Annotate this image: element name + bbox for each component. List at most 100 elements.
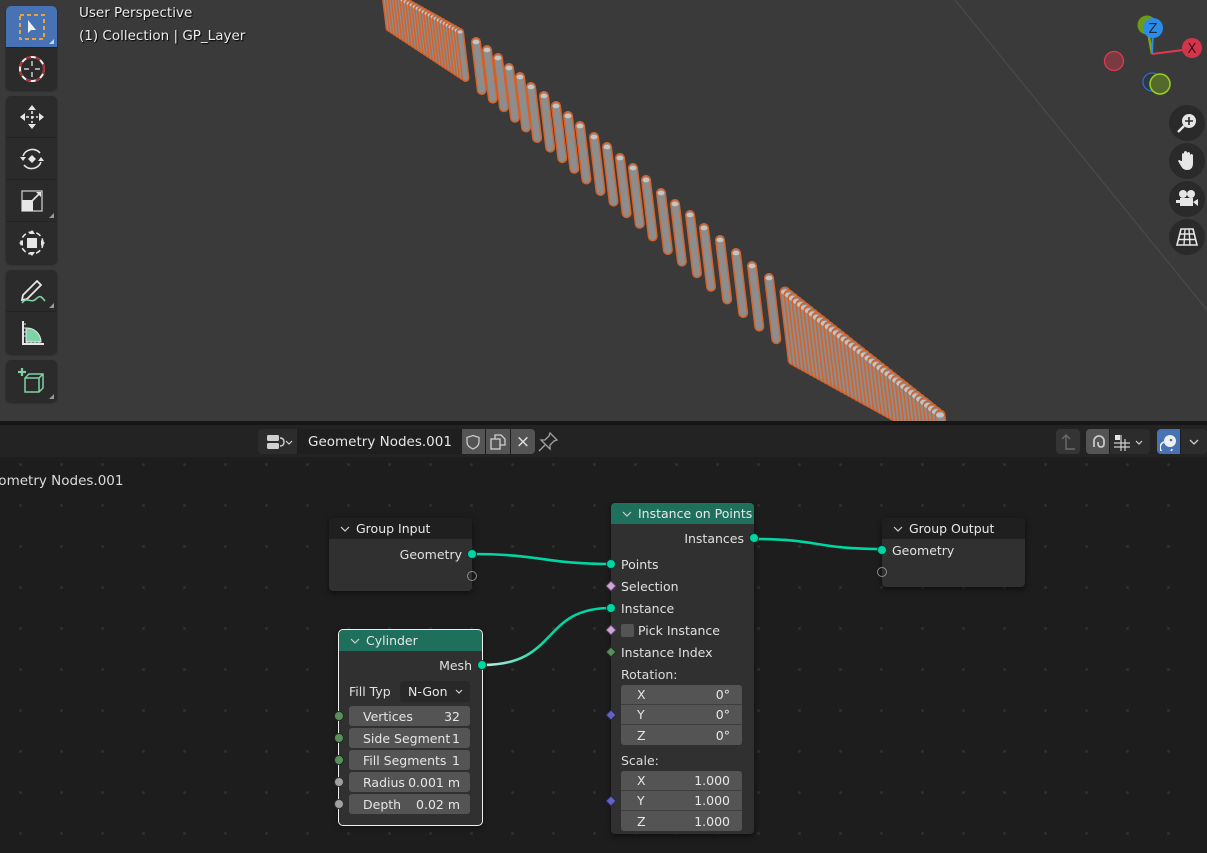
instances-output-socket[interactable] [749,533,759,543]
chevron-down-icon[interactable] [349,636,361,646]
tool-annotate[interactable] [6,270,57,312]
field-value: 1 [452,752,460,768]
fill-type-dropdown[interactable]: N-Gon [400,680,470,702]
pin-icon [538,431,559,452]
overlays-dropdown[interactable] [1181,429,1207,454]
radius-input-socket[interactable] [334,777,344,787]
scale-z-field[interactable]: Z 1.000 [621,811,742,831]
duplicate-icon [490,433,506,450]
chevron-down-icon[interactable] [621,509,633,519]
fill-segments-field[interactable]: Fill Segments 1 [334,750,470,770]
tool-add-cube[interactable] [6,360,57,402]
overlays-toggle-button[interactable] [1157,429,1181,454]
node-cylinder[interactable]: Cylinder Mesh Fill Typ N-Gon Vertices 32… [334,629,487,826]
axis-value: 0° [715,687,730,702]
overlay-icon [1159,434,1176,451]
rotation-x-field[interactable]: X 0° [621,685,742,705]
side-segments-input-socket[interactable] [334,733,344,743]
vertices-field[interactable]: Vertices 32 [334,706,470,726]
tool-measure[interactable] [6,312,57,354]
scale-label: Scale: [621,752,659,768]
output-row-mesh: Mesh [339,654,487,676]
tool-group-add [6,360,57,402]
empty-output-socket[interactable] [467,571,477,581]
rotation-z-field[interactable]: Z 0° [621,725,742,745]
radius-field[interactable]: Radius 0.001 m [334,772,470,792]
scale-x-field[interactable]: X 1.000 [621,771,742,791]
grid-perspective-icon [1175,228,1199,246]
node-title: Cylinder [366,633,418,648]
parent-nodetree-btn-inner [1056,429,1080,454]
cylinder-instance [656,188,673,255]
pin-button[interactable] [537,431,559,457]
nodetree-selector: Geometry Nodes.001 × [258,429,535,454]
node-header[interactable]: Group Output [882,518,1025,539]
node-header[interactable]: Group Input [329,518,472,539]
node-instance-on-points[interactable]: Instance on Points Instances Points Sele… [605,503,759,834]
viewport-collection-label: (1) Collection | GP_Layer [79,28,246,44]
mesh-output-socket[interactable] [477,660,487,670]
tool-select-box[interactable] [6,6,57,48]
zoom-view-button[interactable] [1169,105,1205,141]
nodetree-name-field[interactable]: Geometry Nodes.001 [298,429,462,454]
cursor-icon [18,56,45,82]
geometry-output-socket[interactable] [467,549,477,559]
tool-move[interactable] [6,96,57,138]
geometry-input-socket[interactable] [877,545,887,555]
overlay-group [1157,429,1207,454]
fake-user-button[interactable] [461,429,486,454]
socket-label: Instance [621,600,675,616]
input-row-points: Points [606,553,754,575]
tool-rotate[interactable] [6,138,57,180]
editor-type-button[interactable] [258,429,298,454]
node-header[interactable]: Cylinder [339,630,482,651]
field-value: 1 [452,730,460,746]
gizmo-x-label: X [1188,42,1197,57]
chevron-down-icon[interactable] [339,524,351,534]
ortho-toggle-button[interactable] [1169,219,1205,255]
duplicate-nodetree-button[interactable] [485,429,511,454]
scale-y-field[interactable]: Y 1.000 [621,791,742,811]
tool-cursor[interactable] [6,48,57,90]
instance-input-socket[interactable] [606,603,616,613]
axis-label: X [637,687,646,702]
instanced-cylinders [382,0,947,421]
cylinder-instance [715,235,733,305]
3d-viewport[interactable]: User Perspective (1) Collection | GP_Lay… [0,0,1207,421]
camera-view-button[interactable] [1169,181,1205,217]
axis-label: Y [637,793,645,808]
node-editor-canvas[interactable] [0,457,1207,853]
input-row-geometry: Geometry [877,539,1025,561]
input-row-instance: Instance [606,597,754,619]
axis-label: Z [637,813,646,829]
empty-input-socket[interactable] [877,567,887,577]
tool-transform[interactable] [6,222,57,264]
parent-nodetree-button[interactable] [1056,429,1080,454]
hand-pan-icon [1178,151,1193,170]
fill-segments-input-socket[interactable] [334,755,344,765]
axis-label: X [637,773,646,788]
depth-input-socket[interactable] [334,799,344,809]
chevron-down-icon [455,689,463,694]
node-group-output[interactable]: Group Output Geometry [877,518,1025,587]
node-group-input[interactable]: Group Input Geometry [329,518,477,591]
rotation-y-field[interactable]: Y 0° [621,705,742,725]
axis-label: Z [637,727,646,743]
chevron-down-icon[interactable] [892,524,904,534]
node-editor-header: Geometry Nodes.001 × [0,425,1207,457]
snap-target-dropdown[interactable] [1110,429,1150,454]
pick-instance-checkbox[interactable] [621,623,634,637]
pan-view-button[interactable] [1169,143,1205,179]
vertices-input-socket[interactable] [334,711,344,721]
socket-label: Geometry [892,542,955,558]
node-header[interactable]: Instance on Points [611,503,754,524]
unlink-nodetree-button[interactable]: × [510,429,535,454]
depth-field[interactable]: Depth 0.02 m [334,794,470,814]
select-box-icon [18,13,45,40]
navigation-gizmo[interactable]: Z X [1095,10,1207,100]
tool-scale[interactable] [6,180,57,222]
node-title: Group Input [356,521,431,536]
points-input-socket[interactable] [606,559,616,569]
side-segments-field[interactable]: Side Segment 1 [334,728,470,748]
snap-toggle-button[interactable] [1086,429,1110,454]
